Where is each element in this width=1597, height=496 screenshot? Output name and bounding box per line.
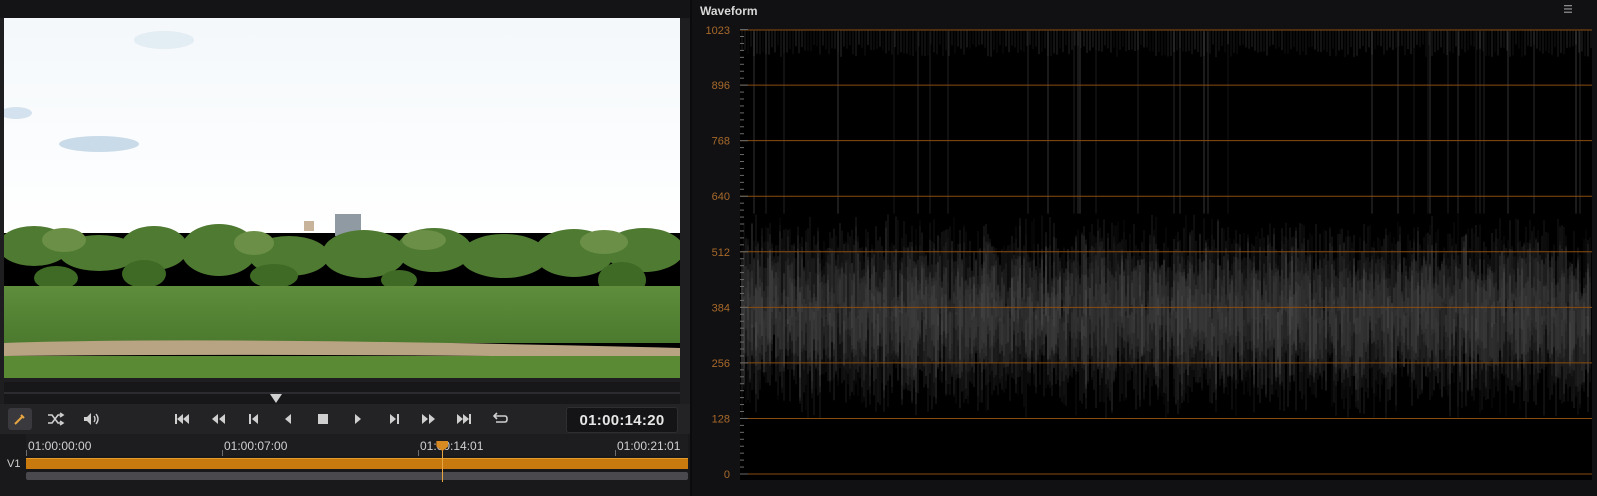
timecode-display: 01:00:14:20 xyxy=(566,407,678,433)
next-frame-icon xyxy=(390,414,399,424)
play-button[interactable] xyxy=(346,408,370,430)
fast-forward-button[interactable] xyxy=(417,408,441,430)
timeline-scrollbar[interactable] xyxy=(26,472,688,480)
jump-to-start-button[interactable] xyxy=(170,408,194,430)
track-label-v1: V1 xyxy=(7,458,21,470)
rewind-button[interactable] xyxy=(206,408,230,430)
speaker-icon xyxy=(84,413,99,425)
loop-button[interactable] xyxy=(488,408,512,430)
video-clip[interactable] xyxy=(26,458,688,469)
scale-label: 256 xyxy=(712,358,730,370)
ruler-label: 01:00:21:01 xyxy=(617,439,681,453)
menu-icon[interactable] xyxy=(1563,4,1573,14)
play-reverse-button[interactable] xyxy=(276,408,300,430)
ruler-tick xyxy=(418,450,419,456)
scale-label: 640 xyxy=(712,191,730,203)
scale-label: 1023 xyxy=(706,25,730,37)
jump-to-start-icon xyxy=(175,414,189,424)
loop-icon xyxy=(492,412,508,423)
scrub-track[interactable] xyxy=(4,392,680,394)
play-icon xyxy=(355,414,361,424)
scale-label: 768 xyxy=(712,136,730,148)
scale-label: 896 xyxy=(712,80,730,92)
jump-to-end-button[interactable] xyxy=(452,408,476,430)
scale-label: 0 xyxy=(724,469,730,481)
fast-forward-icon xyxy=(422,414,435,424)
scale-label: 512 xyxy=(712,247,730,259)
shuffle-button[interactable] xyxy=(44,408,68,430)
previous-frame-button[interactable] xyxy=(242,408,266,430)
scale-label: 384 xyxy=(712,302,730,314)
stop-icon xyxy=(318,414,328,424)
transport-controls: 01:00:14:20 xyxy=(0,404,690,434)
ruler-tick xyxy=(222,450,223,456)
mini-timeline[interactable]: 01:00:00:00 01:00:07:00 01:00:14:01 01:0… xyxy=(0,434,690,496)
waveform-scale-labels: 1023 896 768 640 512 384 256 128 0 xyxy=(706,25,730,481)
scope-title: Waveform xyxy=(700,4,758,18)
viewer-scrub-bar[interactable] xyxy=(4,382,680,404)
timeline-ruler[interactable]: 01:00:00:00 01:00:07:00 01:00:14:01 01:0… xyxy=(26,434,688,456)
jump-to-end-icon xyxy=(457,414,471,424)
eyedropper-button[interactable] xyxy=(8,408,32,430)
waveform-scope[interactable]: 1023 896 768 640 512 384 256 128 0 xyxy=(692,24,1592,488)
stop-button[interactable] xyxy=(311,408,335,430)
previous-frame-icon xyxy=(249,414,258,424)
scale-label: 128 xyxy=(712,413,730,425)
audio-button[interactable] xyxy=(80,408,104,430)
next-frame-button[interactable] xyxy=(382,408,406,430)
viewer-panel: 01:00:14:20 01:00:00:00 01:00:07:00 01:0… xyxy=(0,0,690,496)
video-frame xyxy=(4,18,680,378)
ruler-label: 01:00:00:00 xyxy=(28,439,92,453)
eyedropper-icon xyxy=(14,414,25,425)
ruler-label: 01:00:14:01 xyxy=(420,439,484,453)
scrub-handle[interactable] xyxy=(270,394,282,403)
play-reverse-icon xyxy=(285,414,291,424)
ruler-tick xyxy=(26,450,27,456)
ruler-label: 01:00:07:00 xyxy=(224,439,288,453)
video-viewer[interactable] xyxy=(4,18,680,378)
rewind-icon xyxy=(212,414,225,424)
viewer-header xyxy=(0,0,690,18)
ruler-tick xyxy=(615,450,616,456)
shuffle-icon xyxy=(48,412,65,426)
